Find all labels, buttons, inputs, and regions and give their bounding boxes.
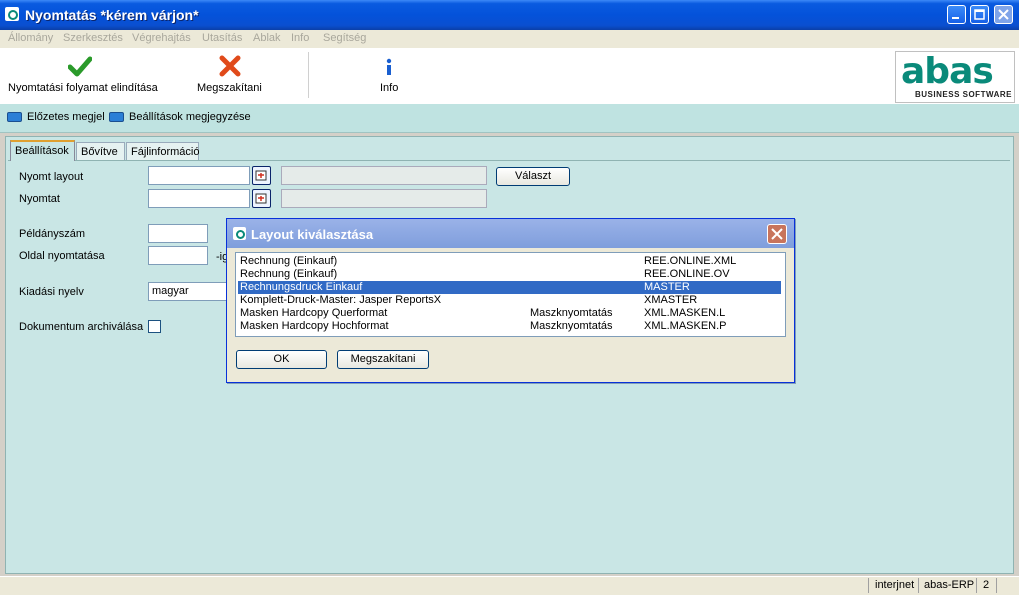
list-item-type: Maszknyomtatás bbox=[530, 307, 613, 319]
list-item-code: REE.ONLINE.OV bbox=[644, 268, 730, 280]
toolbar: Nyomtatási folyamat elindítása Megszakít… bbox=[0, 48, 1019, 105]
status-divider bbox=[868, 578, 869, 593]
list-item-name: Komplett-Druck-Master: Jasper ReportsX bbox=[240, 294, 442, 306]
list-item-type: Maszknyomtatás bbox=[530, 320, 613, 332]
pages-from-input[interactable] bbox=[148, 246, 208, 265]
status-divider bbox=[996, 578, 997, 593]
info-icon[interactable] bbox=[384, 58, 394, 79]
layout-list[interactable]: Rechnung (Einkauf) REE.ONLINE.XML Rechnu… bbox=[235, 252, 786, 337]
list-item[interactable]: Masken Hardcopy Querformat Maszknyomtatá… bbox=[238, 307, 781, 320]
picker-icon bbox=[255, 170, 267, 181]
layout-select-dialog: Layout kiválasztása Rechnung (Einkauf) R… bbox=[226, 218, 795, 383]
language-input[interactable]: magyar bbox=[148, 282, 228, 301]
picker-icon bbox=[255, 193, 267, 204]
cancel-button[interactable]: Megszakítani bbox=[197, 82, 262, 94]
abas-logo-text: abas bbox=[901, 51, 994, 92]
status-bar: interjnet abas-ERP 2 bbox=[0, 576, 1019, 595]
status-session: 2 bbox=[983, 579, 990, 591]
menu-file[interactable]: Állomány bbox=[8, 32, 53, 44]
list-item-code: XMASTER bbox=[644, 294, 698, 306]
abas-logo-subtext: BUSINESS SOFTWARE bbox=[915, 90, 1012, 99]
list-item-code: XML.MASKEN.P bbox=[644, 320, 727, 332]
minimize-button[interactable] bbox=[947, 5, 966, 24]
status-network: interjnet bbox=[875, 579, 915, 591]
tab-divider bbox=[8, 160, 1010, 161]
info-button[interactable]: Info bbox=[380, 82, 398, 94]
list-item[interactable]: Masken Hardcopy Hochformat Maszknyomtatá… bbox=[238, 320, 781, 333]
menu-bar: Állomány Szerkesztés Végrehajtás Utasítá… bbox=[0, 30, 1019, 48]
list-item-name: Masken Hardcopy Querformat bbox=[240, 307, 388, 319]
dialog-ok-button[interactable]: OK bbox=[236, 350, 327, 369]
list-item-name: Rechnungsdruck Einkauf bbox=[240, 281, 363, 293]
list-item[interactable]: Rechnung (Einkauf) REE.ONLINE.OV bbox=[238, 268, 781, 281]
list-item[interactable]: Komplett-Druck-Master: Jasper ReportsX X… bbox=[238, 294, 781, 307]
list-item[interactable]: Rechnung (Einkauf) REE.ONLINE.XML bbox=[238, 255, 781, 268]
close-button[interactable] bbox=[994, 5, 1013, 24]
layout-label: Nyomt layout bbox=[19, 171, 84, 183]
status-app: abas-ERP bbox=[924, 579, 975, 591]
list-item-code: REE.ONLINE.XML bbox=[644, 255, 737, 267]
layout-description-field bbox=[281, 166, 487, 185]
menu-info[interactable]: Info bbox=[291, 32, 309, 44]
menu-help[interactable]: Segítség bbox=[323, 32, 366, 44]
start-print-button[interactable]: Nyomtatási folyamat elindítása bbox=[8, 82, 158, 94]
abas-logo: abas BUSINESS SOFTWARE bbox=[895, 51, 1015, 103]
list-item-selected[interactable]: Rechnungsdruck Einkauf MASTER bbox=[238, 281, 781, 294]
preview-toggle-label[interactable]: Előzetes megjel bbox=[27, 111, 105, 123]
window-title: Nyomtatás *kérem várjon* bbox=[25, 7, 199, 23]
list-item-code: MASTER bbox=[644, 281, 690, 293]
printer-description-field bbox=[281, 189, 487, 208]
tab-extended[interactable]: Bővítve bbox=[76, 142, 125, 160]
archive-label: Dokumentum archiválása bbox=[19, 321, 144, 333]
dialog-app-icon bbox=[233, 227, 246, 240]
preview-toggle-icon[interactable] bbox=[7, 112, 22, 122]
status-divider bbox=[976, 578, 977, 593]
cancel-x-icon[interactable] bbox=[219, 55, 241, 80]
options-bar: Előzetes megjel Beállítások megjegyzése bbox=[0, 104, 1019, 133]
list-item-name: Rechnung (Einkauf) bbox=[240, 255, 338, 267]
menu-window[interactable]: Ablak bbox=[253, 32, 281, 44]
copies-label: Példányszám bbox=[19, 228, 86, 240]
layout-input[interactable] bbox=[148, 166, 250, 185]
tab-settings[interactable]: Beállítások bbox=[10, 140, 75, 161]
dialog-title: Layout kiválasztása bbox=[251, 227, 374, 242]
dialog-cancel-button[interactable]: Megszakítani bbox=[337, 350, 429, 369]
choose-button[interactable]: Választ bbox=[496, 167, 570, 186]
printer-label: Nyomtat bbox=[19, 193, 60, 205]
checkmark-icon[interactable] bbox=[67, 56, 93, 81]
toolbar-divider bbox=[308, 52, 309, 98]
list-item-name: Rechnung (Einkauf) bbox=[240, 268, 338, 280]
tab-file-info[interactable]: Fájlinformáció bbox=[126, 142, 199, 160]
menu-execute[interactable]: Végrehajtás bbox=[132, 32, 191, 44]
dialog-close-button[interactable] bbox=[767, 224, 787, 244]
dialog-title-bar: Layout kiválasztása bbox=[227, 219, 794, 248]
menu-edit[interactable]: Szerkesztés bbox=[63, 32, 123, 44]
list-item-code: XML.MASKEN.L bbox=[644, 307, 726, 319]
menu-command[interactable]: Utasítás bbox=[202, 32, 242, 44]
app-icon bbox=[5, 7, 19, 21]
printer-input[interactable] bbox=[148, 189, 250, 208]
list-item-name: Masken Hardcopy Hochformat bbox=[240, 320, 389, 332]
layout-picker-button[interactable] bbox=[252, 166, 271, 185]
archive-checkbox[interactable] bbox=[148, 320, 161, 333]
copies-input[interactable] bbox=[148, 224, 208, 243]
close-icon bbox=[771, 228, 783, 240]
remember-toggle-label[interactable]: Beállítások megjegyzése bbox=[129, 111, 251, 123]
language-label: Kiadási nyelv bbox=[19, 286, 84, 298]
printer-picker-button[interactable] bbox=[252, 189, 271, 208]
maximize-button[interactable] bbox=[970, 5, 989, 24]
title-bar: Nyomtatás *kérem várjon* bbox=[0, 0, 1019, 30]
remember-toggle-icon[interactable] bbox=[109, 112, 124, 122]
pages-label: Oldal nyomtatása bbox=[19, 250, 105, 262]
status-divider bbox=[918, 578, 919, 593]
